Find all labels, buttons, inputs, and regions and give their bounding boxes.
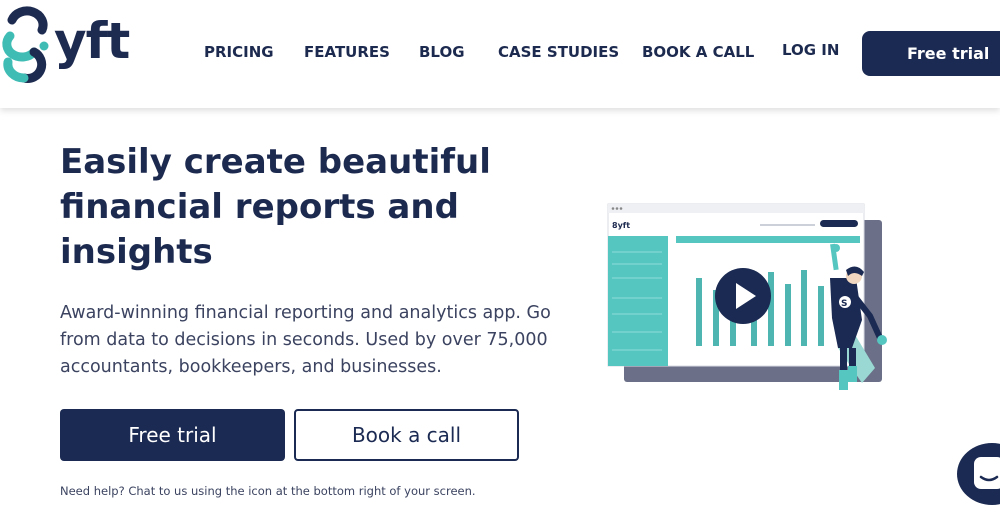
logo-wordmark[interactable]: yft <box>54 12 130 70</box>
svg-text:S: S <box>841 299 847 309</box>
nav-features[interactable]: FEATURES <box>304 43 390 61</box>
nav-blog[interactable]: BLOG <box>419 43 465 61</box>
help-text: Need help? Chat to us using the icon at … <box>60 484 476 498</box>
header-free-trial-button[interactable]: Free trial <box>862 31 1000 76</box>
nav-case-studies[interactable]: CASE STUDIES <box>498 43 619 61</box>
nav-book-a-call[interactable]: BOOK A CALL <box>642 43 754 61</box>
nav-pricing[interactable]: PRICING <box>204 43 274 61</box>
site-header: yft PRICING FEATURES BLOG CASE STUDIES B… <box>0 0 1000 108</box>
hero-headline: Easily create beautiful financial report… <box>60 142 491 272</box>
nav-log-in[interactable]: LOG IN <box>782 41 839 59</box>
hero-subtext: Award-winning financial reporting and an… <box>60 303 551 377</box>
book-a-call-button[interactable]: Book a call <box>294 409 519 461</box>
chat-icon <box>974 457 1000 489</box>
play-icon <box>715 268 771 324</box>
chat-launcher-button[interactable] <box>957 443 1000 505</box>
illus-app-logo: 8yft <box>612 221 630 230</box>
free-trial-button[interactable]: Free trial <box>60 409 285 461</box>
product-illustration: 8yft S <box>607 203 887 390</box>
